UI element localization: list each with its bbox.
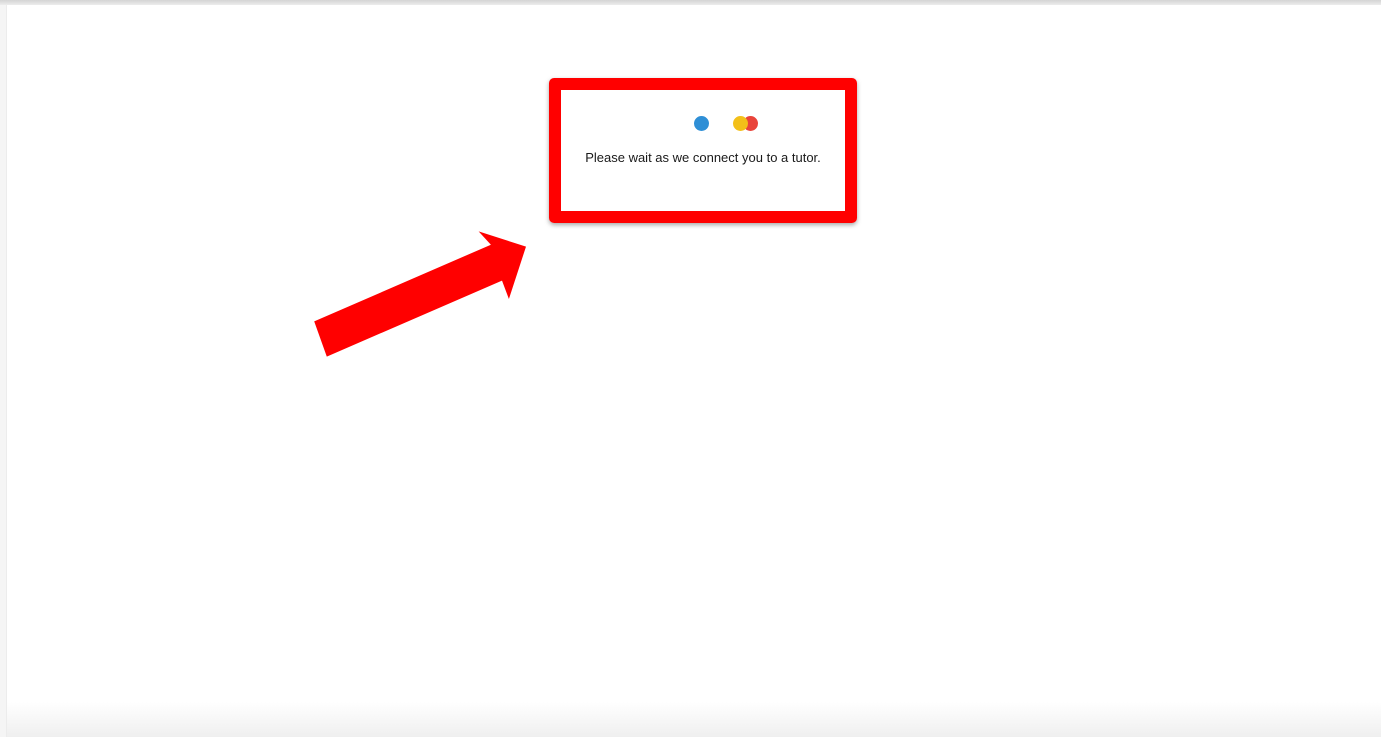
loading-indicator bbox=[555, 116, 851, 132]
bottom-shadow bbox=[7, 702, 1381, 737]
loading-dot-yellow bbox=[733, 116, 748, 131]
left-gutter bbox=[0, 5, 7, 737]
top-border bbox=[0, 0, 1381, 5]
annotation-arrow-icon bbox=[314, 231, 526, 357]
page: Please wait as we connect you to a tutor… bbox=[0, 0, 1381, 737]
loading-dot-blue bbox=[694, 116, 709, 131]
connecting-message: Please wait as we connect you to a tutor… bbox=[585, 150, 821, 165]
connecting-panel: Please wait as we connect you to a tutor… bbox=[555, 84, 851, 217]
